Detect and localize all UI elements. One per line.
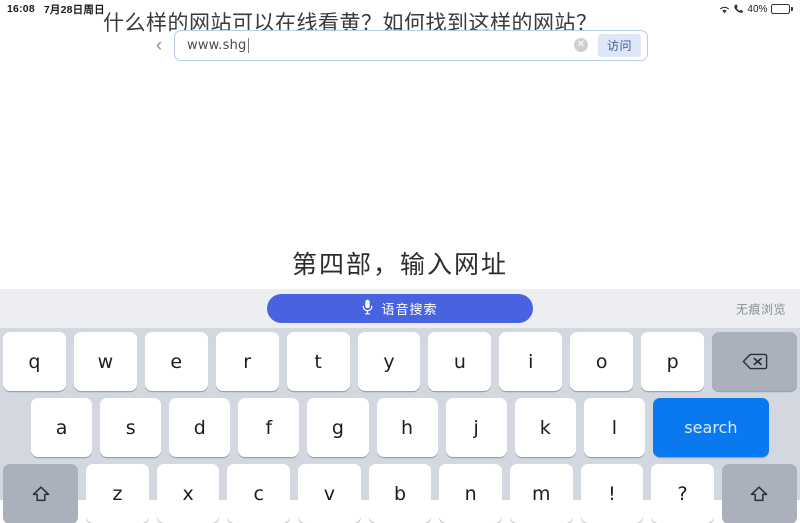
key-![interactable]: ! <box>580 464 644 523</box>
key-h[interactable]: h <box>376 398 438 457</box>
key-a[interactable]: a <box>31 398 93 457</box>
battery-icon <box>771 4 793 14</box>
status-bar: 16:08 7月28日周日 40% <box>0 0 800 18</box>
microphone-icon <box>362 299 373 319</box>
key-g[interactable]: g <box>307 398 369 457</box>
key-backspace[interactable] <box>712 332 797 391</box>
key-u[interactable]: u <box>428 332 492 391</box>
key-e[interactable]: e <box>144 332 208 391</box>
url-input-value: www.shg <box>187 37 247 53</box>
phone-call-icon <box>734 4 744 14</box>
visit-button[interactable]: 访问 <box>597 33 641 57</box>
status-bar-right: 40% <box>719 4 793 15</box>
key-t[interactable]: t <box>286 332 350 391</box>
status-bar-left: 16:08 7月28日周日 <box>7 2 105 17</box>
battery-cap <box>791 7 793 11</box>
key-o[interactable]: o <box>570 332 634 391</box>
key-m[interactable]: m <box>509 464 573 523</box>
voice-search-button[interactable]: 语音搜索 <box>267 294 533 323</box>
on-screen-keyboard: qwertyuiop a s d f g h j k l search z x c v b n m!? <box>0 328 800 523</box>
key-c[interactable]: c <box>227 464 291 523</box>
keyboard-row-1: qwertyuiop <box>3 332 797 391</box>
key-j[interactable]: j <box>445 398 507 457</box>
browser-address-row: ‹ www.shg ✕ 访问 <box>148 28 648 62</box>
wifi-icon <box>719 5 730 14</box>
key-f[interactable]: f <box>238 398 300 457</box>
shift-icon <box>30 484 52 504</box>
incognito-button[interactable]: 无痕浏览 <box>736 300 786 317</box>
key-k[interactable]: k <box>514 398 576 457</box>
key-l[interactable]: l <box>583 398 645 457</box>
key-x[interactable]: x <box>156 464 220 523</box>
key-s[interactable]: s <box>100 398 162 457</box>
voice-search-label: 语音搜索 <box>381 303 438 318</box>
key-shift[interactable] <box>3 464 79 523</box>
url-input[interactable]: www.shg ✕ 访问 <box>174 29 648 61</box>
key-y[interactable]: y <box>357 332 421 391</box>
key-i[interactable]: i <box>499 332 563 391</box>
key-search[interactable]: search <box>652 398 769 457</box>
backspace-icon <box>742 352 768 371</box>
web-page-content: 什么样的网站可以在线看黄？如何找到这样的网站？ ‹ www.shg ✕ 访问 第… <box>0 0 800 290</box>
key-v[interactable]: v <box>298 464 361 523</box>
keyboard-row-2: a s d f g h j k l search <box>3 398 797 457</box>
key-p[interactable]: p <box>641 332 705 391</box>
keyboard-row-3: z x c v b n m!? <box>3 464 797 523</box>
battery-percent-label: 40% <box>747 3 768 15</box>
clear-circle-icon[interactable]: ✕ <box>573 38 588 52</box>
key-?[interactable]: ? <box>651 464 714 523</box>
keyboard-toolbar: 语音搜索 无痕浏览 <box>0 289 800 328</box>
status-time: 16:08 <box>7 3 35 15</box>
key-n[interactable]: n <box>439 464 502 523</box>
key-q[interactable]: q <box>3 332 66 391</box>
key-z[interactable]: z <box>86 464 149 523</box>
battery-body <box>771 4 791 14</box>
key-b[interactable]: b <box>368 464 432 523</box>
chevron-left-icon[interactable]: ‹ <box>148 30 170 60</box>
key-d[interactable]: d <box>169 398 231 457</box>
phone-screen: 16:08 7月28日周日 40% 什么样的网站可以在线看黄？如何找到这样的网站… <box>0 0 800 523</box>
section-title: 第四部，输入网址 <box>291 250 508 279</box>
text-caret <box>247 37 250 53</box>
key-w[interactable]: w <box>73 332 137 391</box>
key-r[interactable]: r <box>215 332 279 391</box>
status-date: 7月28日周日 <box>43 3 105 16</box>
shift-icon <box>748 484 770 504</box>
key-shift[interactable] <box>721 464 797 523</box>
